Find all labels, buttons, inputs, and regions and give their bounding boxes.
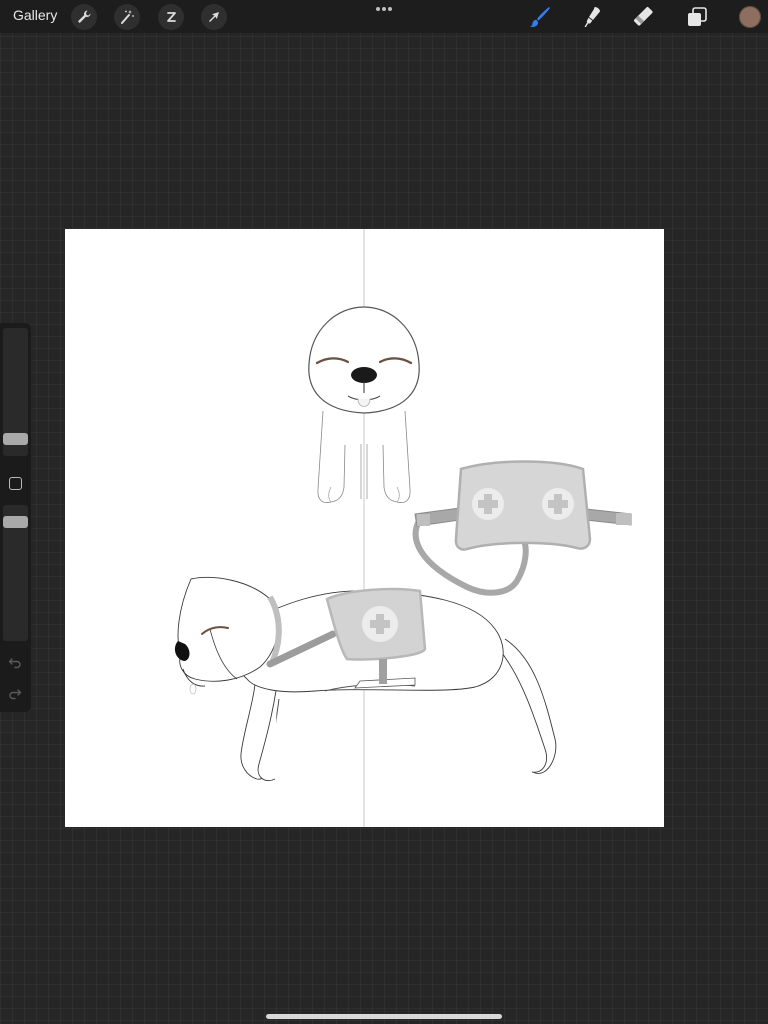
layers-button[interactable] [683, 4, 711, 30]
brush-icon [530, 7, 550, 27]
magic-wand-icon [121, 10, 134, 24]
selection-button[interactable] [158, 4, 184, 30]
transform-arrow-icon [209, 12, 219, 22]
more-options-button[interactable] [372, 2, 396, 16]
top-toolbar: Gallery [0, 0, 768, 33]
layers-icon [688, 7, 707, 26]
transform-button[interactable] [201, 4, 227, 30]
selection-icon [167, 12, 176, 22]
redo-icon [9, 689, 22, 700]
drawing-canvas[interactable] [65, 229, 664, 827]
eraser-icon [634, 7, 653, 26]
ellipsis-icon [376, 7, 392, 11]
opacity-handle[interactable] [3, 516, 28, 528]
brush-tool-button[interactable] [526, 4, 554, 30]
artwork [174, 229, 632, 827]
undo-icon [8, 658, 21, 669]
gallery-button[interactable]: Gallery [13, 7, 57, 23]
smudge-icon [584, 7, 600, 27]
adjustments-button[interactable] [114, 4, 140, 30]
modify-button[interactable] [9, 477, 22, 490]
eraser-tool-button[interactable] [630, 4, 658, 30]
left-sidebar [0, 323, 31, 712]
actions-button[interactable] [71, 4, 97, 30]
color-picker-button[interactable] [739, 6, 761, 28]
brush-size-handle[interactable] [3, 433, 28, 445]
redo-button[interactable] [6, 684, 24, 702]
home-indicator[interactable] [266, 1014, 502, 1019]
wrench-icon [78, 10, 91, 23]
smudge-tool-button[interactable] [578, 4, 606, 30]
sleeping-puppy-with-vest [174, 576, 557, 782]
undo-button[interactable] [6, 653, 24, 671]
